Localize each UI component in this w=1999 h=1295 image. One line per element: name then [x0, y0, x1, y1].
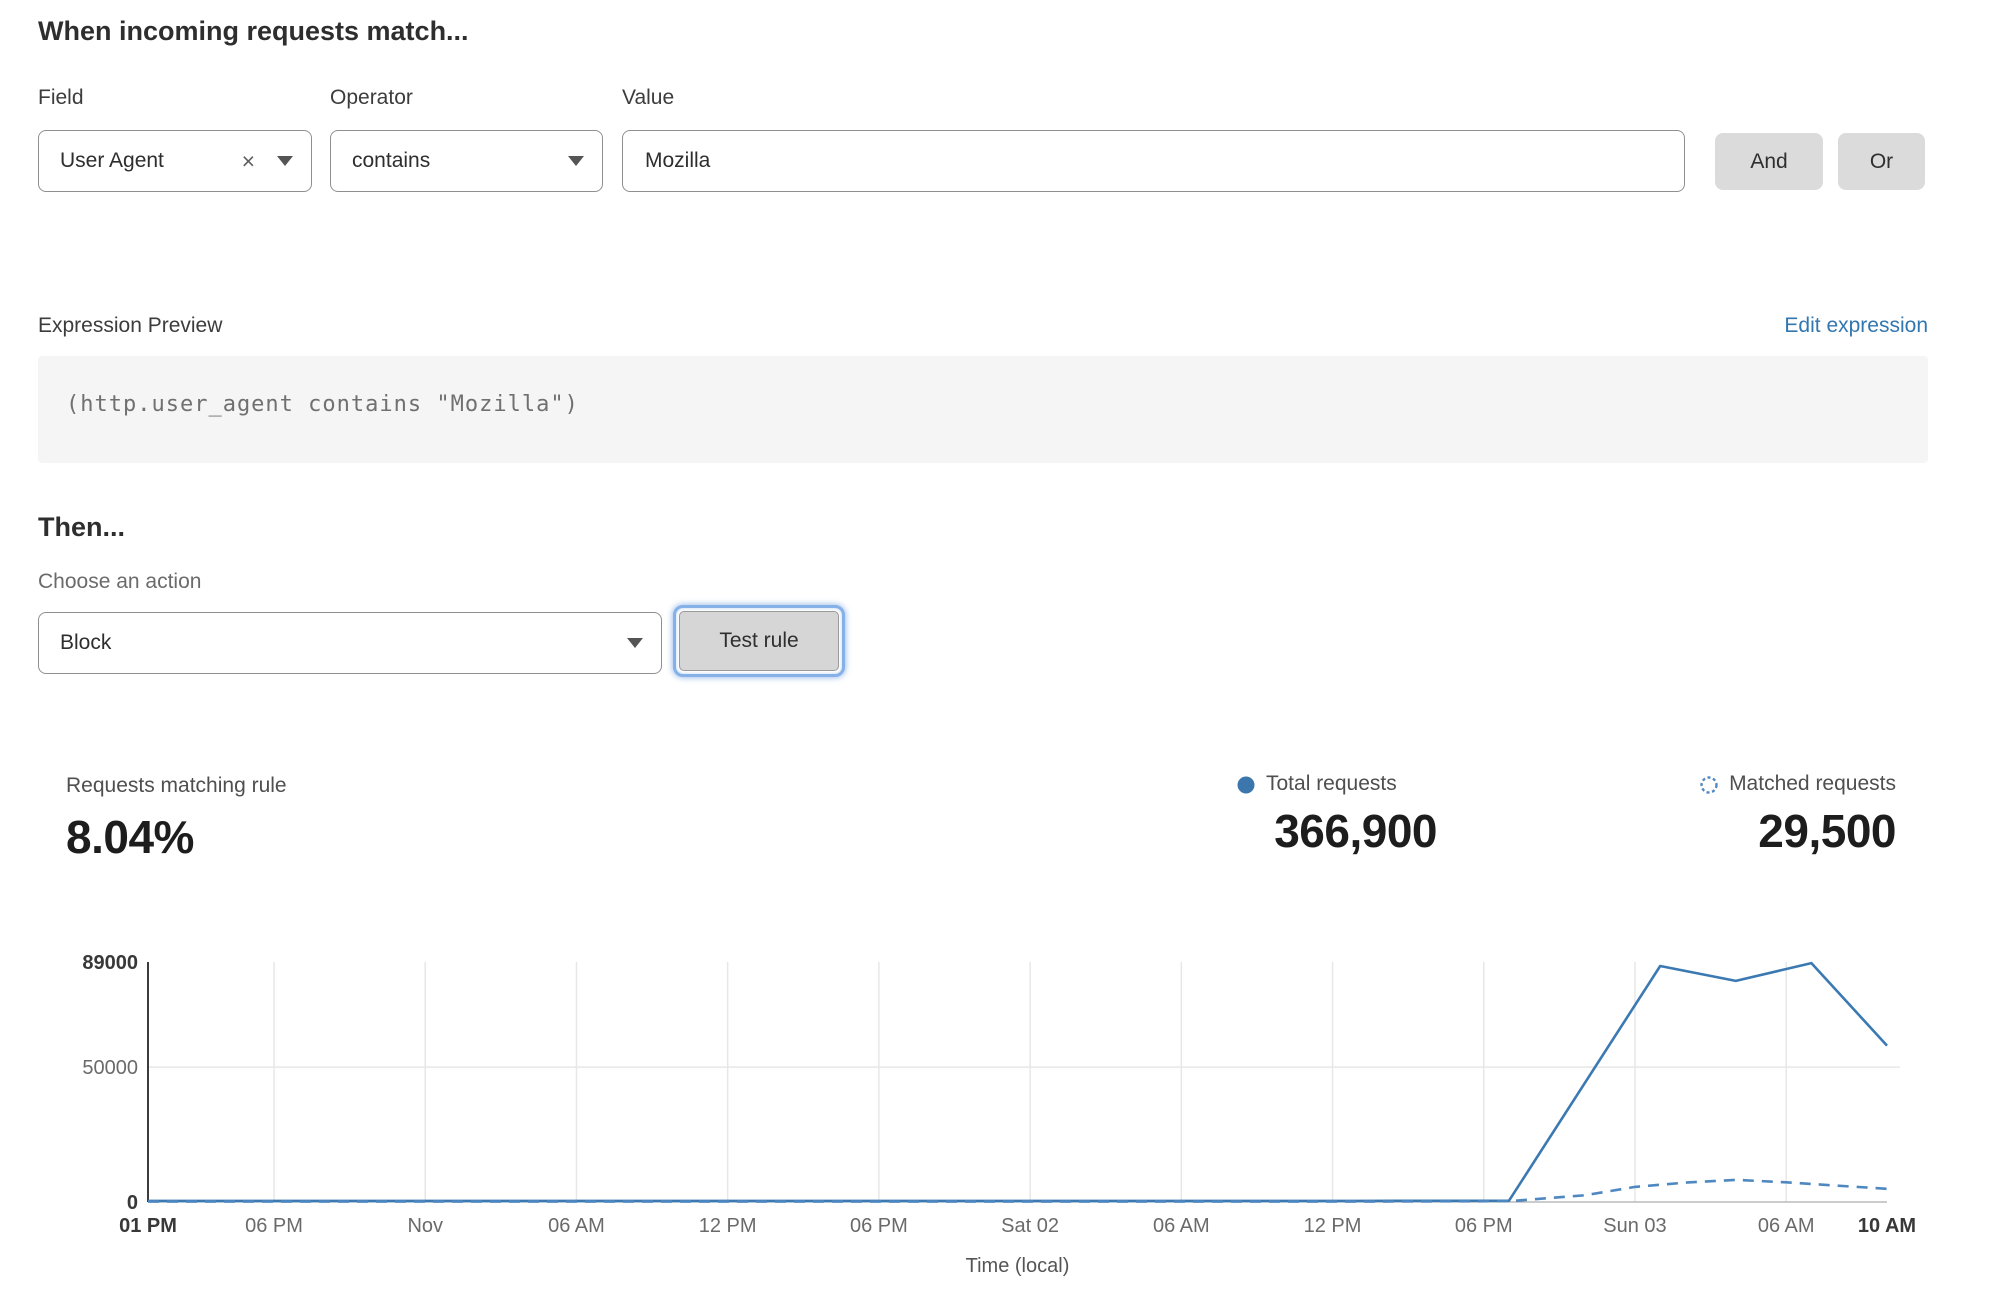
operator-select[interactable]: contains	[330, 130, 603, 192]
x-tick-label: 01 PM	[119, 1215, 177, 1237]
test-rule-focus-ring: Test rule	[673, 605, 845, 677]
or-button[interactable]: Or	[1838, 133, 1925, 190]
x-tick-label: Sun 03	[1603, 1215, 1666, 1237]
edit-expression-link[interactable]: Edit expression	[1784, 314, 1928, 338]
total-requests-stat: Total requests 366,900	[1236, 772, 1437, 858]
matching-rule-label: Requests matching rule	[66, 774, 287, 798]
x-tick-label: Sat 02	[1001, 1215, 1059, 1237]
action-select-value: Block	[60, 631, 627, 655]
matched-requests-stat: Matched requests 29,500	[1634, 772, 1896, 858]
expression-code: (http.user_agent contains "Mozilla")	[66, 392, 579, 417]
expression-code-box: (http.user_agent contains "Mozilla")	[38, 356, 1928, 463]
x-axis-title: Time (local)	[966, 1255, 1070, 1277]
operator-select-value: contains	[352, 149, 568, 173]
firewall-rule-builder: When incoming requests match... Field Op…	[0, 0, 1999, 1295]
clear-icon[interactable]: ×	[242, 150, 255, 173]
field-select-value: User Agent	[60, 149, 242, 173]
field-select[interactable]: User Agent ×	[38, 130, 312, 192]
field-label: Field	[38, 86, 84, 110]
action-select[interactable]: Block	[38, 612, 662, 674]
value-input[interactable]	[623, 131, 1684, 191]
then-heading: Then...	[38, 512, 125, 543]
x-tick-label: 10 AM	[1858, 1215, 1916, 1237]
chevron-down-icon	[627, 638, 643, 648]
matched-requests-dashed-circle-icon	[1699, 774, 1719, 794]
x-tick-label: 06 PM	[245, 1215, 303, 1237]
x-tick-label: 06 AM	[1758, 1215, 1815, 1237]
chevron-down-icon	[568, 156, 584, 166]
y-tick-label: 89000	[82, 952, 138, 974]
match-heading: When incoming requests match...	[38, 16, 469, 47]
matching-rule-value: 8.04%	[66, 810, 194, 864]
series-line-dashed	[148, 1180, 1887, 1202]
x-tick-label: 06 PM	[1455, 1215, 1513, 1237]
total-requests-label: Total requests	[1266, 772, 1397, 796]
value-field-wrapper	[622, 130, 1685, 192]
expression-preview-label: Expression Preview	[38, 314, 222, 338]
total-requests-dot-icon	[1236, 774, 1256, 794]
operator-label: Operator	[330, 86, 413, 110]
series-line-solid	[148, 963, 1887, 1201]
and-button[interactable]: And	[1715, 133, 1823, 190]
x-tick-label: 06 AM	[548, 1215, 605, 1237]
x-tick-label: 12 PM	[699, 1215, 757, 1237]
y-tick-label: 50000	[82, 1057, 138, 1079]
x-tick-label: Nov	[407, 1215, 443, 1237]
matched-requests-value: 29,500	[1634, 804, 1896, 858]
y-tick-label: 0	[127, 1192, 138, 1214]
x-tick-label: 12 PM	[1304, 1215, 1362, 1237]
chevron-down-icon	[277, 156, 293, 166]
x-tick-label: 06 AM	[1153, 1215, 1210, 1237]
choose-action-label: Choose an action	[38, 570, 201, 594]
test-rule-button[interactable]: Test rule	[679, 611, 839, 671]
x-tick-label: 06 PM	[850, 1215, 908, 1237]
total-requests-value: 366,900	[1236, 804, 1437, 858]
matched-requests-label: Matched requests	[1729, 772, 1896, 796]
value-label: Value	[622, 86, 674, 110]
requests-time-series-chart[interactable]: 0 50000 89000 01 PM 06 PM Nov 06 AM 12 PM 06 PM S…	[0, 935, 1999, 1295]
